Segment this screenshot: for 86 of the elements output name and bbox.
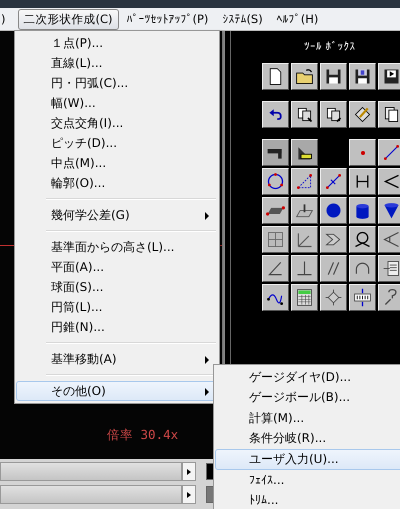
tool-button[interactable] [291,226,318,253]
folder-icon [294,66,315,87]
tool-button[interactable] [262,168,289,195]
submenu-arrow-icon [205,388,209,396]
menu-item[interactable]: 基準移動(A) [16,349,218,369]
menu-item[interactable]: 中点(M)... [16,153,218,173]
tool-button[interactable] [320,197,347,224]
menu-item[interactable]: 幅(W)... [16,93,218,113]
angle-icon [381,229,400,250]
menu-bar-item[interactable]: 二次形状作成(C) [18,8,119,30]
submenu-arrow-icon [205,356,209,364]
tool-button[interactable] [291,284,318,311]
tool-button[interactable] [320,284,347,311]
tool-button[interactable] [291,197,318,224]
menu-bar-item[interactable]: ﾍﾙﾌﾟ(H) [270,9,324,29]
tool-button[interactable] [349,255,376,282]
scroll-bar[interactable] [0,485,182,504]
triangle-icon [294,171,315,192]
tool-button[interactable] [262,255,289,282]
tool-button[interactable] [291,168,318,195]
menu-item[interactable]: 円筒(L)... [16,297,218,317]
tool-button[interactable] [291,63,318,90]
tool-button[interactable] [291,101,318,128]
menu-item[interactable]: 輪郭(O)... [16,173,218,193]
tool-button[interactable] [378,197,400,224]
menu-item[interactable]: ﾄﾘﾑ... [215,490,400,509]
submenu-arrow-icon [205,212,209,220]
tool-button[interactable] [291,139,318,166]
menu-bar-item[interactable]: ) [0,9,12,29]
tool-button[interactable] [262,139,289,166]
circle-icon [265,171,286,192]
tool-button[interactable] [349,168,376,195]
point-icon [360,150,364,154]
menu-bar-item[interactable]: ｼｽﾃﾑ(S) [216,9,269,29]
tool-button[interactable] [291,255,318,282]
list-icon [381,258,400,279]
scroll-right-button[interactable] [182,485,196,504]
menu-item[interactable]: 交点交角(I)... [16,113,218,133]
menu-item[interactable]: ピッチ(D)... [16,133,218,153]
tool-button[interactable] [262,197,289,224]
tool-button[interactable] [378,284,400,311]
tool-button[interactable] [349,226,376,253]
tool-button[interactable] [262,63,289,90]
tool-button[interactable] [262,226,289,253]
tool-button[interactable] [320,255,347,282]
menu-item[interactable]: 条件分岐(R)... [215,428,400,449]
move-icon [323,287,344,308]
menu-item[interactable]: 円・円弧(C)... [16,73,218,93]
grid-icon [265,229,286,250]
menu-item[interactable]: 球面(S)... [16,277,218,297]
menu-item[interactable]: 基準面からの高さ(L)... [16,237,218,257]
line-icon [381,142,400,163]
menu-item[interactable]: ユーザ入力(U)... [215,449,400,470]
scroll-right-button[interactable] [182,462,196,481]
tool-button[interactable] [262,101,289,128]
menu-item[interactable]: 計算(M)... [215,408,400,428]
tool-button[interactable] [262,284,289,311]
tool-button[interactable] [320,168,347,195]
tool-button[interactable] [378,255,400,282]
crossed-line-icon [323,171,344,192]
tool-button[interactable] [320,226,347,253]
menu-item[interactable]: ゲージボール(B)... [215,388,400,408]
tool-button[interactable] [378,226,400,253]
tool-button[interactable] [320,63,347,90]
tool-button[interactable] [349,284,376,311]
menu-item[interactable]: ﾌｪｲｽ... [215,470,400,490]
tool-button[interactable] [349,101,376,128]
menu-bar-item[interactable]: ﾊﾟｰﾂｾｯﾄｱｯﾌﾟ(P) [120,9,214,29]
menu-item[interactable]: 円錐(N)... [16,317,218,337]
tool-button[interactable] [320,101,347,128]
menu-item[interactable]: 幾何学公差(G) [16,205,218,225]
scroll-bar[interactable] [0,462,182,481]
tool-button[interactable] [378,101,400,128]
tool-button[interactable] [378,139,400,166]
menu-item[interactable]: １点(P)... [16,33,218,53]
toolbox-title: ﾂｰﾙ ﾎﾞｯｸｽ [304,40,356,55]
menu-item[interactable]: ゲージダイヤ(D)... [215,367,400,388]
tool-button[interactable] [349,63,376,90]
tool-button[interactable] [349,139,376,166]
zoom-label: 倍率 30.4x [107,427,178,444]
menu-item[interactable]: 平面(A)... [16,257,218,277]
calculator-icon [294,287,315,308]
tool-button[interactable] [378,63,400,90]
menu-item[interactable]: 直線(L)... [16,53,218,73]
tool-button[interactable] [378,168,400,195]
tool-button[interactable] [349,197,376,224]
